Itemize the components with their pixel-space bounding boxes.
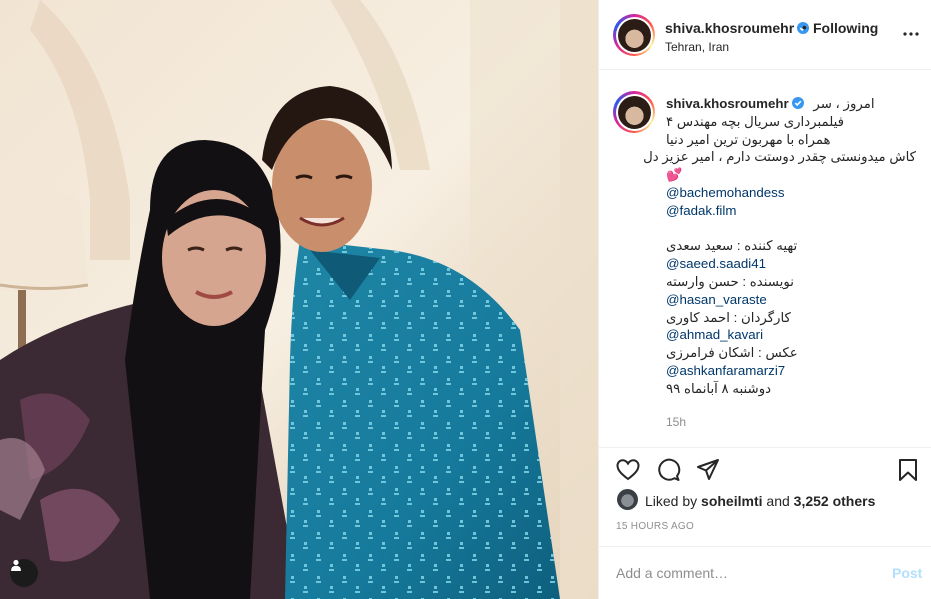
caption-author-avatar[interactable] <box>613 91 655 133</box>
likes-count-link[interactable]: 3,252 others <box>794 493 876 509</box>
mention-link[interactable]: @ahmad_kavari <box>666 326 916 344</box>
bookmark-icon[interactable] <box>895 457 921 483</box>
user-tag-icon <box>11 559 21 571</box>
caption-line: دوشنبه ۸ آبانماه ۹۹ <box>666 380 772 396</box>
share-icon[interactable] <box>695 457 721 483</box>
caption-age[interactable]: 15h <box>666 415 686 429</box>
author-username[interactable]: shiva.khosroumehr <box>665 20 794 36</box>
comment-bar: Post <box>599 546 931 599</box>
caption-line: فیلمبرداری سریال بچه مهندس ۴ <box>666 113 844 129</box>
caption-line: عکس : اشکان فرامرزی <box>666 345 798 361</box>
mention-link[interactable]: @hasan_varaste <box>666 291 916 309</box>
liker-avatar[interactable] <box>617 489 638 510</box>
comment-input[interactable] <box>616 561 876 585</box>
photo-illustration <box>0 0 598 599</box>
mention-link[interactable]: @bachemohandess <box>666 184 916 202</box>
post-photo[interactable] <box>0 0 598 599</box>
caption-text: shiva.khosroumehr امروز ، سر فیلمبرداری … <box>643 95 916 398</box>
posted-time[interactable]: 15 HOURS AGO <box>616 521 694 532</box>
author-name-wrap: shiva.khosroumehr <box>665 20 810 36</box>
likes-row: Liked by soheilmti and 3,252 others <box>599 488 931 514</box>
following-button[interactable]: Following <box>813 20 878 36</box>
caption-author-username[interactable]: shiva.khosroumehr <box>666 96 789 111</box>
caption-line: کاش میدونستی چقدر دوستت دارم ، امیر عزیز… <box>643 149 916 165</box>
user-tag-button[interactable] <box>10 559 38 587</box>
mention-link[interactable]: @ashkanfaramarzi7 <box>666 362 916 380</box>
caption-line: امروز ، سر <box>813 96 875 111</box>
heart-icon[interactable] <box>615 457 641 483</box>
likes-text: Liked by soheilmti and 3,252 others <box>645 493 875 509</box>
likes-middle: and <box>766 493 790 509</box>
follow-separator: • <box>802 19 807 35</box>
caption-line: کارگردان : احمد کاوری <box>666 309 791 325</box>
post-side-panel: shiva.khosroumehr • Following Tehran, Ir… <box>598 0 931 599</box>
post-location[interactable]: Tehran, Iran <box>665 40 729 54</box>
comment-icon[interactable] <box>655 457 681 483</box>
liker-username[interactable]: soheilmti <box>701 493 762 509</box>
mention-link[interactable]: @saeed.saadi41 <box>666 255 916 273</box>
mention-link[interactable]: @fadak.film <box>666 202 916 220</box>
post-comment-button[interactable]: Post <box>892 565 922 581</box>
caption-area: shiva.khosroumehr امروز ، سر فیلمبرداری … <box>599 71 931 447</box>
verified-badge-icon <box>791 97 804 109</box>
action-bar <box>599 447 931 491</box>
post-header: shiva.khosroumehr • Following Tehran, Ir… <box>599 0 931 70</box>
likes-prefix: Liked by <box>645 493 698 509</box>
author-avatar[interactable] <box>613 14 655 56</box>
two-hearts-emoji: 💕 <box>666 167 683 183</box>
caption-line: تهیه کننده : سعید سعدی <box>666 238 798 254</box>
caption-line: نویسنده : حسن وارسته <box>666 273 794 289</box>
caption-line: همراه با مهربون ترین امیر دنیا <box>666 131 831 147</box>
more-options-icon[interactable] <box>901 24 921 44</box>
